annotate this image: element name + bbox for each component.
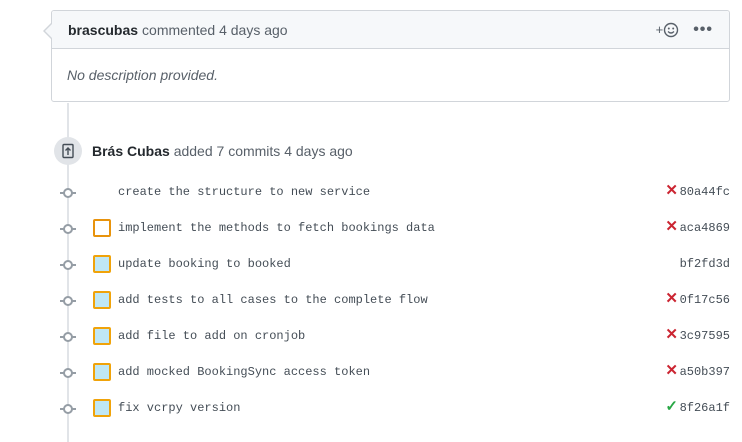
commit-sha-link[interactable]: bf2fd3d	[680, 257, 730, 271]
commit-node-icon	[60, 368, 76, 378]
commit-row: implement the methods to fetch bookings …	[60, 218, 730, 238]
commit-node-icon	[60, 332, 76, 342]
more-options-button[interactable]: •••	[693, 21, 713, 38]
commit-node-icon	[60, 188, 76, 198]
comment-timestamp[interactable]: 4 days ago	[219, 22, 288, 38]
commit-row: fix vcrpy version ✓ 8f26a1f	[60, 398, 730, 418]
comment-body: No description provided.	[67, 67, 218, 83]
commit-message-link[interactable]: update booking to booked	[118, 257, 291, 271]
commit-sha-link[interactable]: 80a44fc	[680, 185, 730, 199]
author-avatar[interactable]	[93, 291, 111, 309]
comment-header: brascubas commented 4 days ago + •••	[52, 11, 729, 49]
comment-actions: + •••	[656, 21, 713, 38]
event-action: added 7 commits	[173, 143, 281, 159]
commit-message-link[interactable]: implement the methods to fetch bookings …	[118, 221, 435, 235]
commit-node-icon	[60, 260, 76, 270]
commit-node-icon	[60, 404, 76, 414]
comment-action: commented	[142, 21, 216, 38]
add-reaction-button[interactable]: +	[656, 22, 680, 38]
commit-sha-link[interactable]: aca4869	[680, 221, 730, 235]
commit-row: add tests to all cases to the complete f…	[60, 290, 730, 310]
status-failure-icon[interactable]: ✕	[665, 219, 678, 235]
commit-message-link[interactable]: create the structure to new service	[118, 185, 370, 199]
status-failure-icon[interactable]: ✕	[665, 183, 678, 199]
author-avatar[interactable]	[93, 399, 111, 417]
commit-row: update booking to booked bf2fd3d	[60, 254, 730, 274]
author-avatar[interactable]	[93, 219, 111, 237]
commit-message-link[interactable]: fix vcrpy version	[118, 401, 240, 415]
event-actor-link[interactable]: Brás Cubas	[92, 143, 170, 159]
commit-node-icon	[60, 224, 76, 234]
commit-row: add mocked BookingSync access token ✕ a5…	[60, 362, 730, 382]
status-failure-icon[interactable]: ✕	[665, 291, 678, 307]
commit-sha-link[interactable]: 0f17c56	[680, 293, 730, 307]
commit-row: create the structure to new service ✕ 80…	[60, 182, 730, 202]
comment-author-link[interactable]: brascubas	[68, 22, 138, 38]
commit-sha-link[interactable]: 3c97595	[680, 329, 730, 343]
commit-sha-link[interactable]: a50b397	[680, 365, 730, 379]
status-success-icon[interactable]: ✓	[665, 399, 678, 415]
status-failure-icon[interactable]: ✕	[665, 363, 678, 379]
author-avatar[interactable]	[93, 327, 111, 345]
commits-event: Brás Cubas added 7 commits 4 days ago	[92, 143, 353, 159]
commit-row: add file to add on cronjob ✕ 3c97595	[60, 326, 730, 346]
author-avatar[interactable]	[93, 363, 111, 381]
commit-message-link[interactable]: add mocked BookingSync access token	[118, 365, 370, 379]
event-timestamp[interactable]: 4 days ago	[284, 143, 353, 159]
reaction-plus: +	[655, 22, 664, 37]
commit-sha-link[interactable]: 8f26a1f	[680, 401, 730, 415]
comment-meta: commented 4 days ago	[142, 22, 288, 38]
status-failure-icon[interactable]: ✕	[665, 327, 678, 343]
author-avatar[interactable]	[93, 255, 111, 273]
commit-message-link[interactable]: add tests to all cases to the complete f…	[118, 293, 428, 307]
repo-push-icon	[54, 137, 82, 165]
comment-caret-inner	[45, 24, 52, 38]
comment-box: brascubas commented 4 days ago + ••• No …	[43, 10, 730, 102]
commit-node-icon	[60, 296, 76, 306]
commit-message-link[interactable]: add file to add on cronjob	[118, 329, 305, 343]
smiley-icon	[663, 22, 679, 37]
